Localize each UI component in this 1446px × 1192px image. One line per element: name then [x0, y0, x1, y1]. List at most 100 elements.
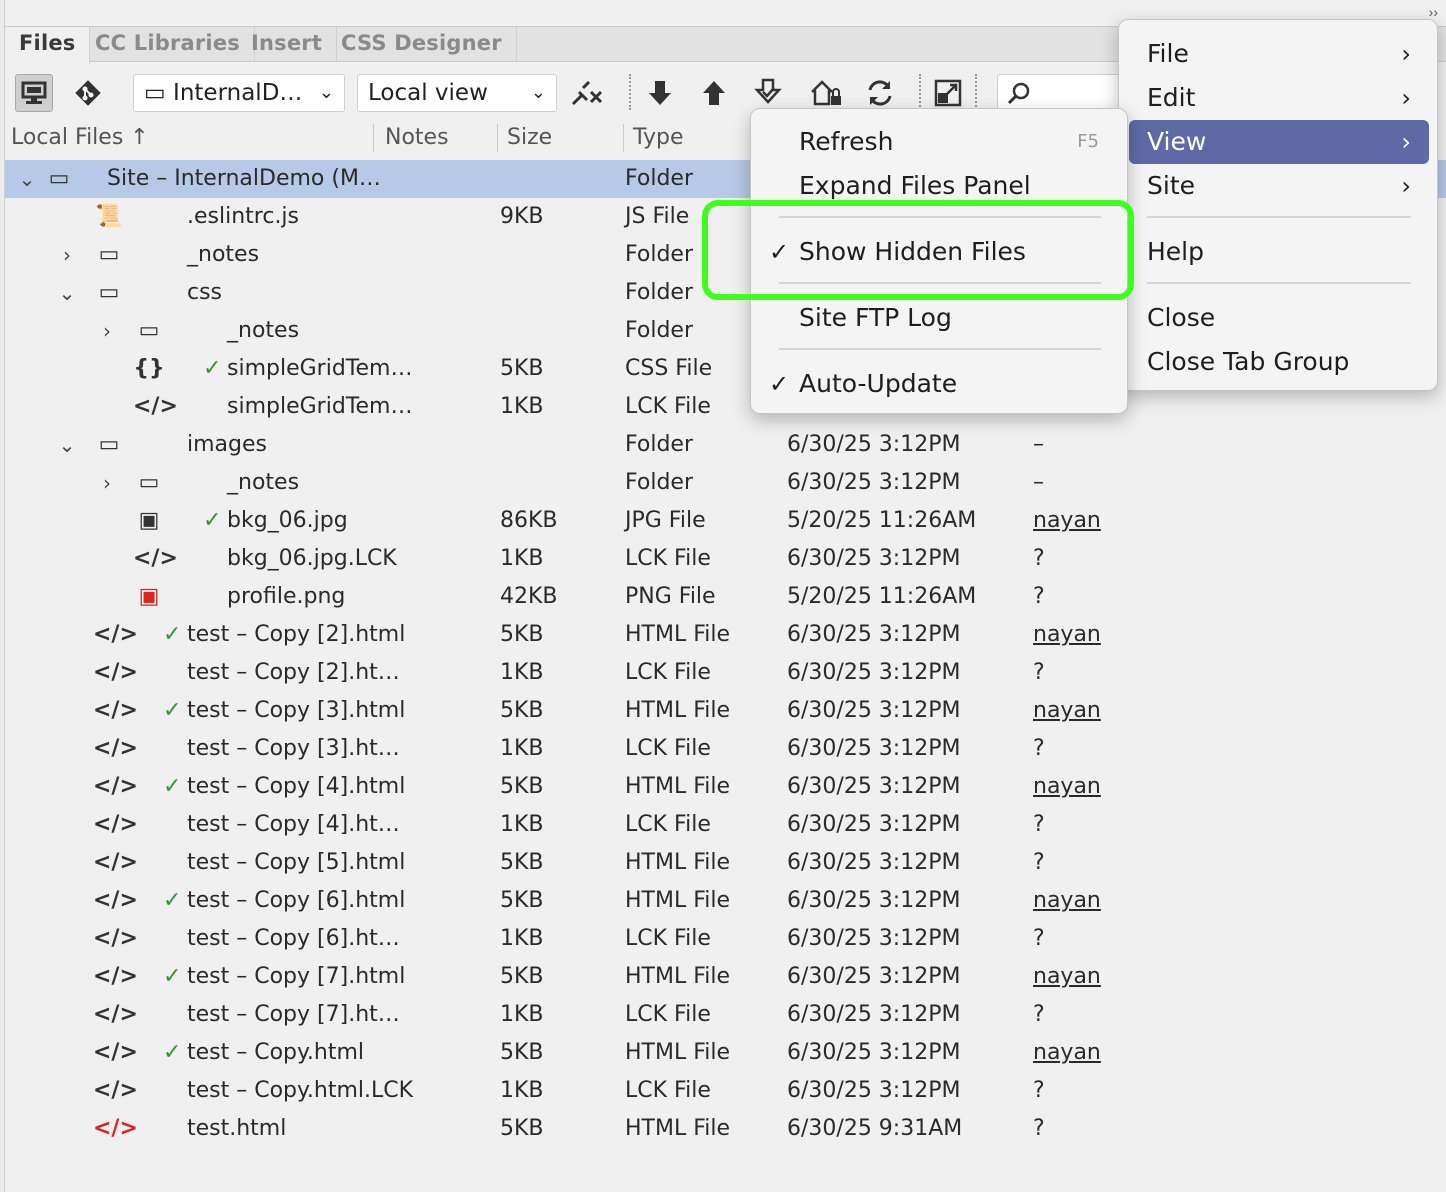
checked-out-by[interactable]: nayan	[1033, 882, 1101, 920]
chevron-down-icon[interactable]: ⌄	[57, 274, 77, 312]
code-file-icon: </>	[93, 1002, 138, 1027]
column-notes[interactable]: Notes	[385, 120, 449, 156]
chevron-right-icon[interactable]: ›	[97, 312, 117, 350]
collapse-panel-icon[interactable]: ››	[1429, 4, 1438, 20]
file-row[interactable]: ⌄ ▭ images Folder 6/30/25 3:12PM –	[5, 426, 1446, 464]
file-row[interactable]: </> test – Copy [4].ht… 1KB LCK File 6/30/25…	[5, 806, 1446, 844]
file-type: HTML File	[625, 964, 731, 989]
checked-out-by: ?	[1033, 584, 1045, 609]
file-type: LCK File	[625, 812, 711, 837]
options-menu: File › Edit › View › Site › Help Close Close…	[1118, 19, 1438, 391]
file-type: JPG File	[625, 508, 706, 533]
checked-out-by[interactable]: nayan	[1033, 502, 1101, 540]
menu-item-help[interactable]: Help	[1119, 230, 1429, 274]
file-modified: 6/30/25 3:12PM	[787, 850, 961, 875]
column-divider[interactable]	[373, 124, 374, 152]
column-type[interactable]: Type	[633, 120, 684, 156]
file-row[interactable]: </> bkg_06.jpg.LCK 1KB LCK File 6/30/25 3:12…	[5, 540, 1446, 578]
folder-icon: ▭	[98, 432, 120, 457]
file-row[interactable]: </> test – Copy [6].ht… 1KB LCK File 6/30/25…	[5, 920, 1446, 958]
file-row[interactable]: </> test – Copy [3].ht… 1KB LCK File 6/30/25…	[5, 730, 1446, 768]
column-divider[interactable]	[497, 124, 498, 152]
file-type: HTML File	[625, 774, 731, 799]
file-row[interactable]: </> ✓ test – Copy [2].html 5KB HTML File 6/30…	[5, 616, 1446, 654]
checked-out-by[interactable]: nayan	[1033, 616, 1101, 654]
search-input[interactable]	[997, 74, 1127, 112]
file-modified: 6/30/25 3:12PM	[787, 812, 961, 837]
checked-out-icon: ✓	[203, 356, 222, 381]
file-name: bkg_06.jpg	[227, 508, 348, 533]
column-local-files[interactable]: Local Files ↑	[11, 120, 149, 156]
file-row[interactable]: </> ✓ test – Copy [6].html 5KB HTML File 6/30…	[5, 882, 1446, 920]
expand-panel-icon[interactable]	[929, 74, 967, 112]
menu-item-edit[interactable]: Edit ›	[1119, 76, 1429, 120]
checked-out-by[interactable]: nayan	[1033, 958, 1101, 996]
toolbar-separator	[919, 74, 921, 110]
chevron-right-icon[interactable]: ›	[57, 236, 77, 274]
file-row[interactable]: </> simpleGridTem… 1KB LCK File	[5, 388, 1446, 426]
file-row[interactable]: </> test – Copy [7].ht… 1KB LCK File 6/30/25…	[5, 996, 1446, 1034]
file-type: LCK File	[625, 736, 711, 761]
file-type: PNG File	[625, 584, 716, 609]
file-name: _notes	[227, 318, 300, 343]
file-row[interactable]: </> test – Copy [5].html 5KB HTML File 6/30/…	[5, 844, 1446, 882]
file-row[interactable]: </> ✓ test – Copy [4].html 5KB HTML File 6/30…	[5, 768, 1446, 806]
file-size: 5KB	[500, 850, 544, 875]
monitor-icon[interactable]	[15, 74, 53, 112]
checked-out-by: ?	[1033, 850, 1045, 875]
file-size: 5KB	[500, 774, 544, 799]
column-size[interactable]: Size	[507, 120, 552, 156]
file-type: JS File	[625, 204, 690, 229]
menu-item-view[interactable]: View ›	[1129, 120, 1429, 164]
chevron-down-icon[interactable]: ⌄	[57, 426, 77, 464]
menu-item-close[interactable]: Close	[1119, 296, 1429, 340]
file-modified: 6/30/25 3:12PM	[787, 546, 961, 571]
checked-out-by[interactable]: nayan	[1033, 692, 1101, 730]
file-row[interactable]: </> ✓ test – Copy [3].html 5KB HTML File 6/30…	[5, 692, 1446, 730]
checked-out-by[interactable]: nayan	[1033, 1034, 1101, 1072]
file-modified: 6/30/25 3:12PM	[787, 1078, 961, 1103]
file-row[interactable]: › ▭ _notes Folder 6/30/25 3:12PM –	[5, 464, 1446, 502]
file-row[interactable]: ▣ profile.png 42KB PNG File 5/20/25 11:26AM?	[5, 578, 1446, 616]
file-modified: 6/30/25 9:31AM	[787, 1116, 963, 1141]
folder-icon: ▭	[98, 242, 120, 267]
menu-item-auto-update[interactable]: ✓ Auto-Update	[751, 362, 1127, 406]
file-type: HTML File	[625, 1116, 731, 1141]
search-icon	[1007, 82, 1030, 105]
check-in-icon[interactable]	[807, 74, 845, 112]
checked-out-by: ?	[1033, 1078, 1045, 1103]
put-files-icon[interactable]	[695, 74, 733, 112]
file-row[interactable]: ▣ ✓ bkg_06.jpg 86KB JPG File 5/20/25 11:26AM n…	[5, 502, 1446, 540]
file-row[interactable]: </> test.html 5KB HTML File 6/30/25 9:31AM?	[5, 1110, 1446, 1148]
file-name: profile.png	[227, 584, 346, 609]
menu-item-file[interactable]: File ›	[1119, 32, 1429, 76]
git-icon[interactable]	[69, 74, 107, 112]
file-row[interactable]: </> test – Copy.html.LCK 1KB LCK File 6/30/2…	[5, 1072, 1446, 1110]
file-size: 5KB	[500, 888, 544, 913]
file-row[interactable]: </> test – Copy [2].ht… 1KB LCK File 6/30/25…	[5, 654, 1446, 692]
site-select[interactable]: ▭ InternalD… ⌄	[133, 74, 345, 112]
chevron-down-icon[interactable]: ⌄	[17, 160, 37, 198]
disconnect-icon[interactable]	[567, 74, 605, 112]
code-file-icon: </>	[93, 926, 138, 951]
column-divider[interactable]	[623, 124, 624, 152]
code-file-icon: </>	[93, 774, 138, 799]
refresh-icon[interactable]	[861, 74, 899, 112]
file-size: 1KB	[500, 812, 544, 837]
menu-item-refresh[interactable]: Refresh F5	[751, 120, 1127, 164]
checked-out-by[interactable]: nayan	[1033, 768, 1101, 806]
tab-files[interactable]: Files	[5, 27, 91, 64]
tab-cc-libraries[interactable]: CC Libraries	[81, 27, 255, 62]
check-out-icon[interactable]	[749, 74, 787, 112]
tab-css-designer[interactable]: CSS Designer	[327, 27, 517, 62]
tab-insert[interactable]: Insert	[237, 27, 338, 62]
menu-item-site-ftp-log[interactable]: Site FTP Log	[751, 296, 1127, 340]
file-row[interactable]: </> ✓ test – Copy.html 5KB HTML File 6/30/25 …	[5, 1034, 1446, 1072]
get-files-icon[interactable]	[641, 74, 679, 112]
menu-item-close-tab-group[interactable]: Close Tab Group	[1119, 340, 1429, 384]
chevron-right-icon[interactable]: ›	[97, 464, 117, 502]
code-file-icon: </>	[133, 546, 178, 571]
file-row[interactable]: </> ✓ test – Copy [7].html 5KB HTML File 6/30…	[5, 958, 1446, 996]
view-select[interactable]: Local view ⌄	[357, 74, 557, 112]
menu-item-site[interactable]: Site ›	[1119, 164, 1429, 208]
